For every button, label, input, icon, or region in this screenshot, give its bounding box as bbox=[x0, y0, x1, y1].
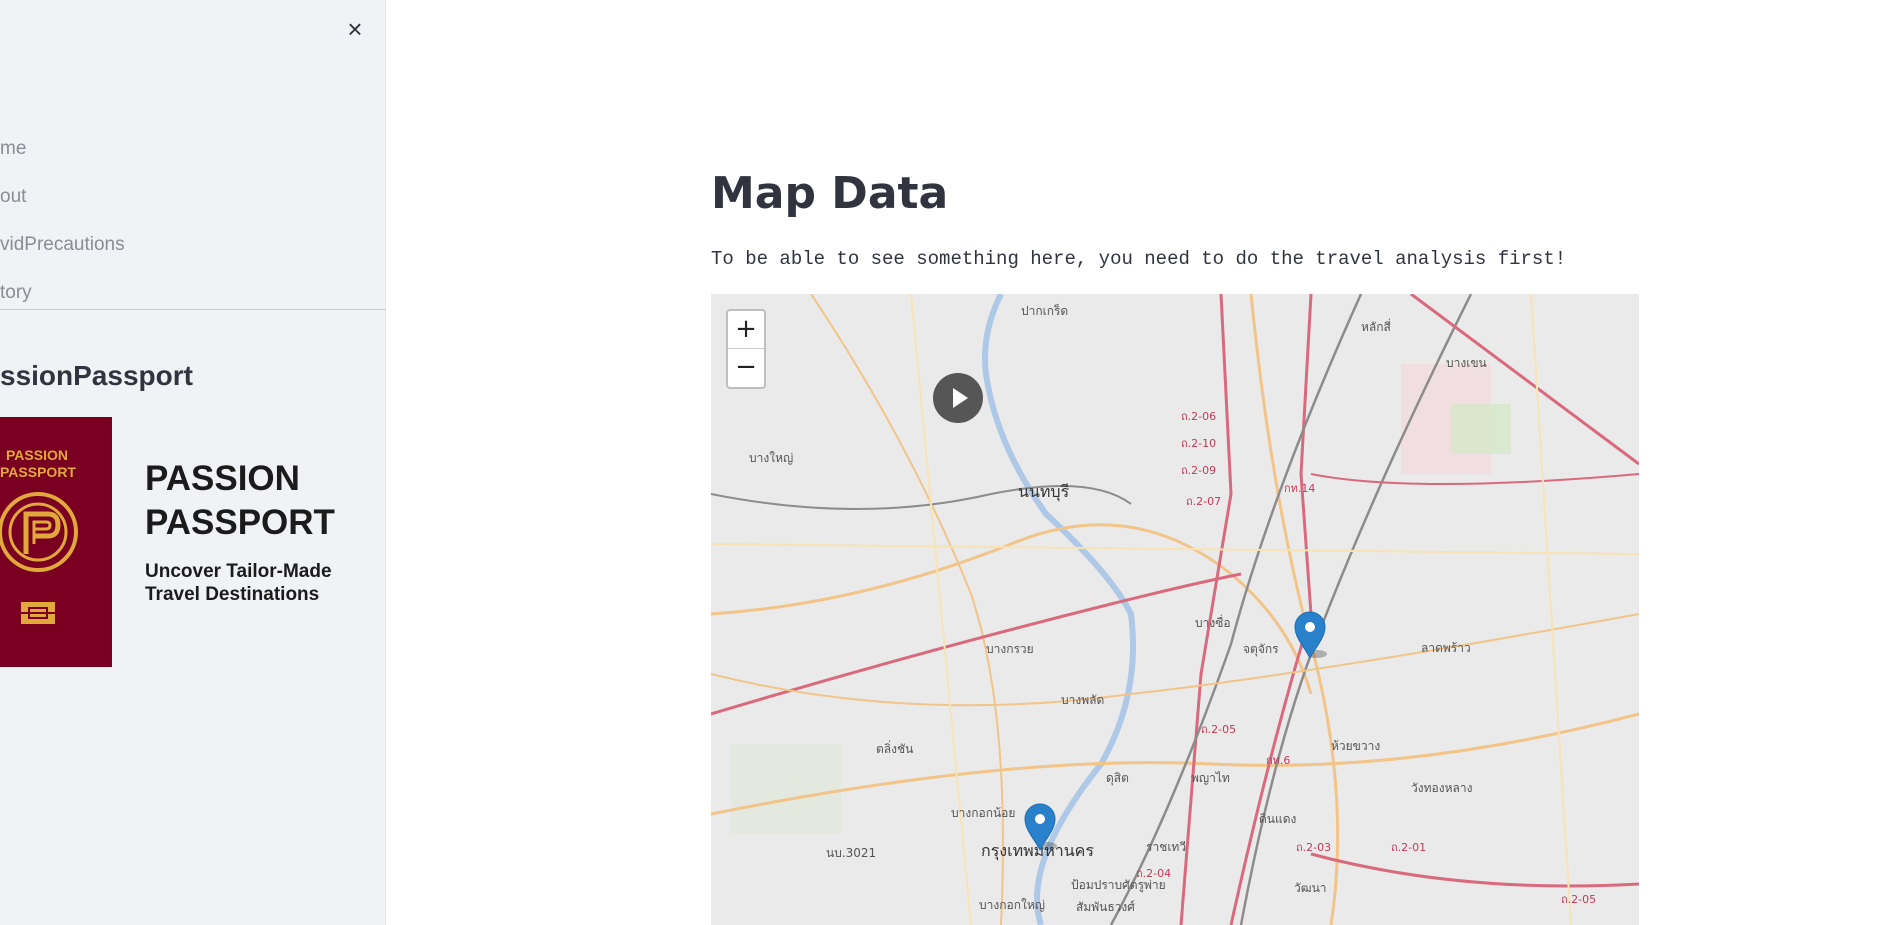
nav-item-covid-precautions[interactable]: vidPrecautions bbox=[0, 224, 386, 272]
nav-item-label: out bbox=[0, 186, 27, 207]
road-label: ถ.2-06 bbox=[1181, 410, 1217, 423]
map-label: ดินแดง bbox=[1259, 812, 1297, 826]
road-label: ถ.2-04 bbox=[1136, 867, 1172, 880]
map-marker-icon[interactable] bbox=[1023, 802, 1057, 852]
map-label: วัฒนา bbox=[1294, 881, 1327, 895]
nav-item-about[interactable]: out bbox=[0, 176, 386, 224]
passport-chip-icon bbox=[21, 602, 55, 624]
map-label: บางเขน bbox=[1446, 356, 1487, 370]
map-label: ดุสิต bbox=[1106, 771, 1129, 785]
nav-item-label: tory bbox=[0, 282, 32, 303]
zoom-in-button[interactable]: + bbox=[728, 311, 764, 349]
close-sidebar-button[interactable]: × bbox=[340, 14, 370, 44]
map-label: ตลิ่งชัน bbox=[876, 742, 914, 756]
logo-subtitle: Uncover Tailor-Made Travel Destinations bbox=[145, 561, 332, 605]
map-marker-icon[interactable] bbox=[1293, 610, 1327, 660]
map-label: นนทบุรี bbox=[1018, 482, 1070, 501]
map-label: หลักสี่ bbox=[1361, 320, 1391, 334]
map-label: ราชเทวี bbox=[1146, 840, 1187, 854]
play-video-button[interactable] bbox=[933, 373, 983, 423]
sidebar-nav: me out vidPrecautions tory bbox=[0, 128, 386, 320]
passport-graphic: PASSION PASSPORT bbox=[0, 417, 112, 667]
map-label: นบ.3021 bbox=[826, 846, 877, 860]
nav-item-history[interactable]: tory bbox=[0, 272, 386, 320]
road-label: ถ.2-10 bbox=[1181, 437, 1217, 450]
notice-text: To be able to see something here, you ne… bbox=[711, 248, 1567, 270]
close-icon: × bbox=[347, 14, 363, 44]
passion-passport-logo: PASSION PASSPORT PASSION PASSPORT Uncove… bbox=[0, 417, 360, 667]
map-label: บางกอกใหญ่ bbox=[979, 898, 1045, 912]
passport-cover-text: PASSION PASSPORT bbox=[0, 447, 76, 480]
road-label: กท.14 bbox=[1284, 482, 1316, 495]
map-label: บางใหญ่ bbox=[749, 451, 794, 465]
map-label: พญาไท bbox=[1191, 771, 1230, 785]
passport-emblem-icon bbox=[0, 492, 78, 572]
nav-item-label: me bbox=[0, 138, 27, 159]
map-label: ลาดพร้าว bbox=[1421, 641, 1471, 655]
map-view[interactable]: นนทบุรี บางใหญ่ บางกรวย กรุงเทพมหานคร ลา… bbox=[711, 294, 1639, 925]
main-content: Map Data To be able to see something her… bbox=[386, 0, 1902, 925]
map-label: สัมพันธวงศ์ bbox=[1076, 900, 1135, 914]
map-label: บางพลัด bbox=[1061, 693, 1105, 707]
map-label: ปากเกร็ด bbox=[1021, 304, 1069, 318]
map-label: บางกรวย bbox=[986, 642, 1034, 656]
logo-title: PASSION PASSPORT bbox=[145, 459, 335, 542]
zoom-control: + − bbox=[726, 309, 766, 389]
page-title: Map Data bbox=[711, 168, 949, 219]
nav-divider bbox=[0, 309, 386, 310]
road-label: ถ.2-05 bbox=[1561, 893, 1597, 906]
road-label: ถ.2-05 bbox=[1201, 723, 1237, 736]
road-label: ถ.2-07 bbox=[1186, 495, 1222, 508]
road-label: ถ.2-01 bbox=[1391, 841, 1427, 854]
nav-item-home[interactable]: me bbox=[0, 128, 386, 176]
zoom-out-button[interactable]: − bbox=[728, 349, 764, 387]
map-base bbox=[711, 294, 1639, 925]
nav-item-label: vidPrecautions bbox=[0, 234, 125, 255]
map-label: บางกอกน้อย bbox=[951, 806, 1016, 820]
sidebar: × me out vidPrecautions tory ssionPasspo… bbox=[0, 0, 386, 925]
road-label: กท.6 bbox=[1266, 754, 1291, 767]
map-label: บางซื่อ bbox=[1195, 616, 1231, 630]
map-label: จตุจักร bbox=[1243, 642, 1279, 656]
road-label: ถ.2-03 bbox=[1296, 841, 1332, 854]
map-label: วังทองหลาง bbox=[1411, 781, 1473, 795]
road-label: ถ.2-09 bbox=[1181, 464, 1217, 477]
map-label: ห้วยขวาง bbox=[1331, 739, 1381, 753]
brand-title: ssionPassport bbox=[0, 360, 193, 391]
